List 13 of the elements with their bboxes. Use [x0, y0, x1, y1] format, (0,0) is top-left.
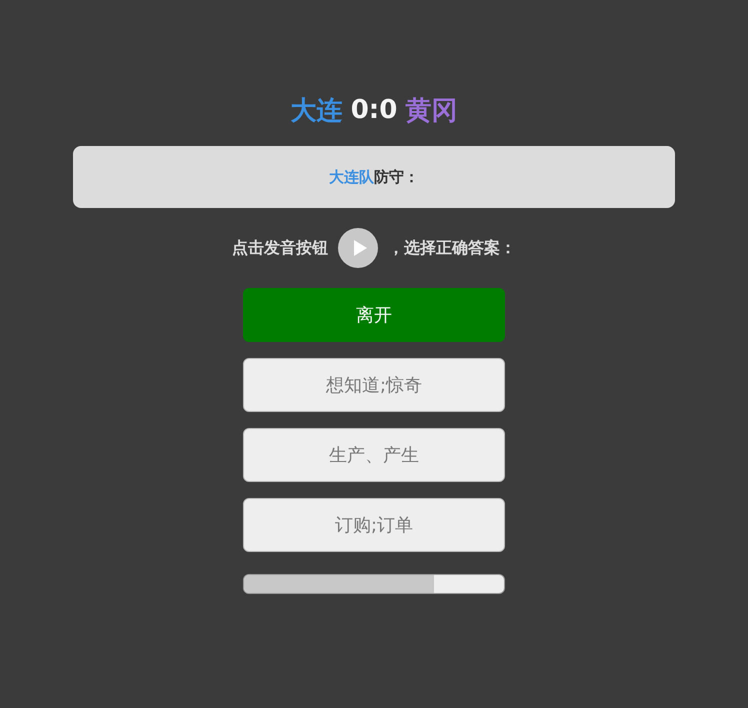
score-text: 0:0: [350, 95, 398, 125]
prompt-text: ，选择正确答案：: [388, 238, 516, 258]
answer-button[interactable]: 生产、产生: [243, 428, 505, 482]
answer-button[interactable]: 离开: [243, 288, 505, 342]
play-button[interactable]: [338, 228, 378, 268]
team-name: 大连: [290, 94, 343, 128]
team-label: 大连队: [329, 168, 374, 186]
answer-button[interactable]: 订购;订单: [243, 498, 505, 552]
answer-button[interactable]: 想知道;惊奇: [243, 358, 505, 412]
prompt-text: 点击发音按钮: [232, 238, 328, 258]
defense-label: 防守：: [374, 168, 419, 186]
team-name: 黄冈: [405, 94, 458, 128]
play-icon: [353, 240, 367, 256]
